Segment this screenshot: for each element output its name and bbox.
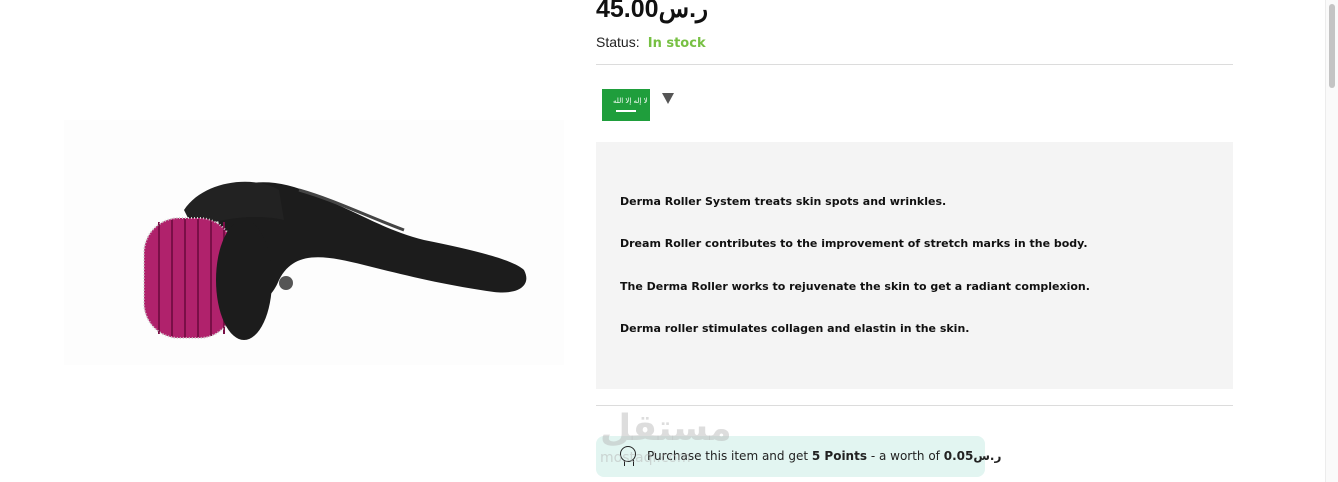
derma-roller-image	[143, 181, 527, 340]
points-message: Purchase this item and get 5 Points - a …	[647, 449, 1001, 463]
scrollbar-thumb[interactable]	[1329, 4, 1335, 88]
description-line: The Derma Roller works to rejuvenate the…	[620, 280, 1090, 293]
country-flag-selector[interactable]: لا إله إلا الله	[602, 89, 650, 121]
description-line: Derma roller stimulates collagen and ela…	[620, 322, 970, 335]
points-middle: - a worth of	[870, 449, 940, 463]
status-value: In stock	[647, 36, 706, 51]
product-price: 45.00ر.س	[596, 0, 709, 23]
flag-inscription: لا إله إلا الله	[613, 97, 648, 105]
points-amount: 0.05ر.س	[943, 449, 1002, 463]
chevron-down-icon[interactable]	[662, 93, 674, 104]
page-scrollbar[interactable]	[1325, 0, 1338, 482]
divider	[596, 64, 1233, 65]
description-line: Derma Roller System treats skin spots an…	[620, 195, 947, 208]
product-description: Derma Roller System treats skin spots an…	[596, 142, 1233, 389]
stock-status: Status: In stock	[596, 34, 706, 51]
description-line: Dream Roller contributes to the improvem…	[620, 237, 1088, 250]
points-count: 5 Points	[811, 449, 867, 463]
flag-sword-icon	[616, 110, 636, 112]
status-label: Status:	[596, 34, 640, 50]
product-image[interactable]	[64, 120, 564, 365]
watermark-url: mostaql.com	[600, 450, 691, 466]
divider	[596, 405, 1233, 406]
watermark-logo: مستقل	[600, 408, 732, 449]
